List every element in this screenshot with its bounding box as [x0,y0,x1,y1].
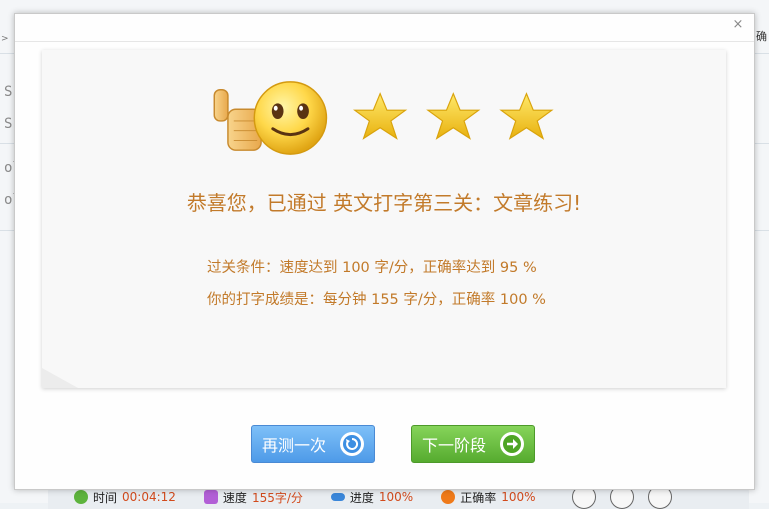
close-icon[interactable]: × [731,18,745,32]
next-stage-label: 下一阶段 [422,436,487,455]
refresh-icon [340,432,364,456]
next-stage-button[interactable]: 下一阶段 [411,425,535,463]
celebration-icons [213,81,554,155]
pass-condition: 过关条件：速度达到 100 字/分，正确率达到 95 % [207,260,537,276]
retry-button-label: 再测一次 [262,436,327,455]
retry-button[interactable]: 再测一次 [251,425,375,463]
congrats-title: 恭喜您，已通过 英文打字第三关：文章练习! [186,191,582,215]
result-card: 恭喜您，已通过 英文打字第三关：文章练习! 过关条件：速度达到 100 字/分，… [42,50,726,388]
smiley-face-icon [253,81,328,155]
star-icon [499,92,554,140]
typing-result: 你的打字成绩是：每分钟 155 字/分，正确率 100 % [207,292,546,308]
star-icon [426,92,481,140]
arrow-right-icon [500,432,524,456]
star-icon [352,92,408,140]
dialog-header [15,41,754,42]
page-fold-decoration [42,368,78,388]
result-dialog: × 恭喜您，已通过 英文打字第三关：文章练习! 过关条件：速度达到 100 字/… [14,13,755,490]
